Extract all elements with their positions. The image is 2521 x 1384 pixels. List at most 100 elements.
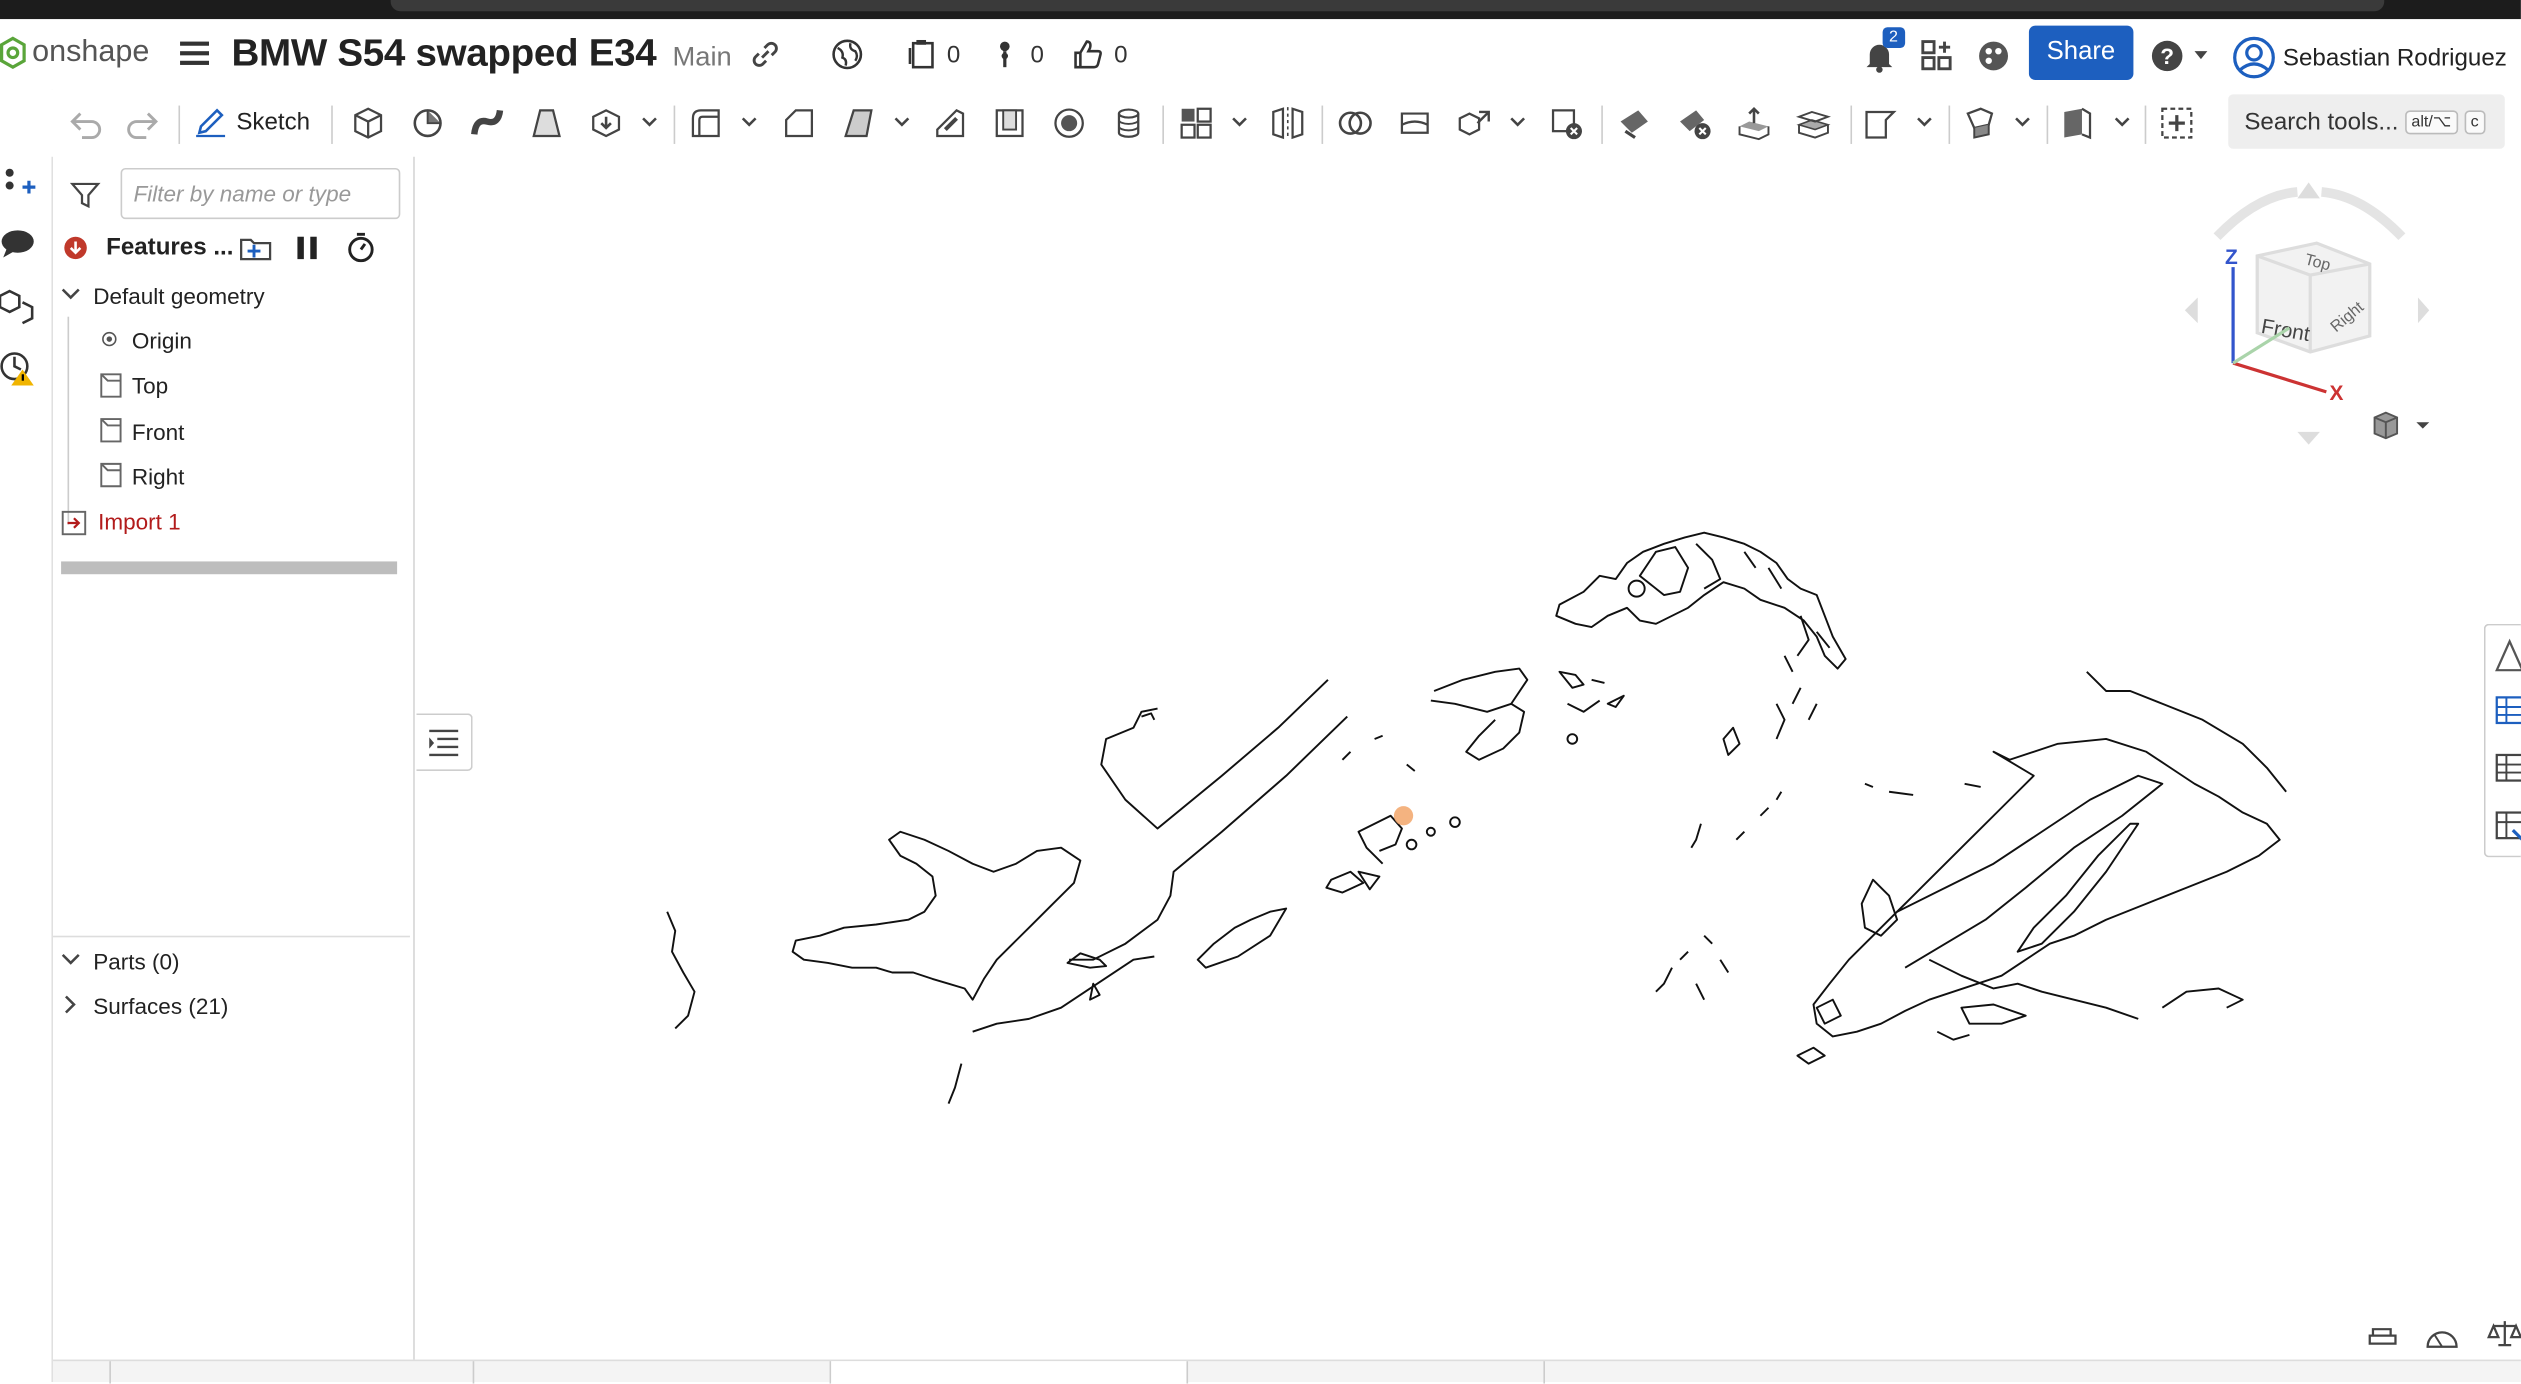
pattern-icon[interactable] xyxy=(1178,106,1213,141)
hole-icon[interactable] xyxy=(1051,106,1086,141)
thumbs-up-icon xyxy=(1074,40,1102,69)
graphics-viewport[interactable]: Top Front Right Z X xyxy=(416,156,2521,1360)
link-icon[interactable] xyxy=(751,40,780,69)
feature-panel-toggle[interactable] xyxy=(416,713,473,771)
tab-part-studio[interactable] xyxy=(111,1361,475,1384)
notifications-button[interactable]: 2 xyxy=(1863,27,1905,73)
mirror-icon[interactable] xyxy=(1270,106,1305,141)
boolean-icon[interactable] xyxy=(1338,106,1373,141)
chevron-down-icon xyxy=(2194,51,2208,60)
tab-part-studio-2[interactable] xyxy=(474,1361,832,1384)
add-custom-feature-icon[interactable] xyxy=(2159,106,2194,141)
chevron-down-icon[interactable] xyxy=(894,114,910,130)
chevron-down-icon[interactable] xyxy=(2014,114,2030,130)
onshape-logo[interactable]: onshape xyxy=(0,35,149,70)
rollback-bar[interactable] xyxy=(61,561,398,575)
render-mode-icon[interactable] xyxy=(2365,1321,2400,1350)
sketch-button[interactable]: Sketch xyxy=(195,106,310,138)
frame-icon[interactable] xyxy=(2059,106,2094,141)
delete-part-icon[interactable] xyxy=(1548,106,1583,141)
tree-item-right[interactable]: Right xyxy=(132,464,185,490)
surfaces-list-header[interactable]: Surfaces (21) xyxy=(93,993,228,1019)
view-cube[interactable]: Top Front Right Z X xyxy=(2169,176,2442,448)
app-store-icon[interactable] xyxy=(1920,38,1955,73)
features-header[interactable]: Features ... xyxy=(106,234,233,261)
import-icon xyxy=(61,510,87,536)
appearance-icon[interactable] xyxy=(2494,638,2521,673)
sweep-icon[interactable] xyxy=(469,106,504,141)
revolve-icon[interactable] xyxy=(410,106,445,141)
parts-list-header[interactable]: Parts (0) xyxy=(93,949,179,975)
parts-cube-icon[interactable] xyxy=(0,288,35,325)
loft-icon[interactable] xyxy=(529,106,564,141)
hamburger-menu-icon[interactable] xyxy=(180,40,210,66)
draft-icon[interactable] xyxy=(841,106,876,141)
chevron-right-icon[interactable] xyxy=(63,995,79,1014)
shell-icon[interactable] xyxy=(992,106,1027,141)
default-geometry-group[interactable]: Default geometry xyxy=(93,283,264,309)
filter-input[interactable]: Filter by name or type xyxy=(120,167,401,220)
add-tab-button[interactable] xyxy=(53,1361,111,1384)
branches-button[interactable]: 0 xyxy=(995,38,1044,70)
view-mode-menu[interactable] xyxy=(2368,409,2439,444)
tree-item-origin[interactable]: Origin xyxy=(132,328,192,354)
branch-name[interactable]: Main xyxy=(672,42,731,74)
filter-icon[interactable] xyxy=(69,181,101,210)
help-menu[interactable]: ? xyxy=(2151,40,2209,72)
public-globe-icon[interactable] xyxy=(831,38,863,70)
check-warning-icon[interactable] xyxy=(0,350,35,386)
tab-folder[interactable] xyxy=(1188,1361,1545,1384)
learning-center-icon[interactable] xyxy=(1976,38,2011,73)
plane-icon xyxy=(100,373,122,398)
undo-icon[interactable] xyxy=(68,106,103,141)
chevron-down-icon[interactable] xyxy=(741,114,757,130)
rib-icon[interactable] xyxy=(932,106,967,141)
custom-table-icon[interactable] xyxy=(2494,808,2521,843)
chevron-down-icon[interactable] xyxy=(1510,114,1526,130)
stopwatch-icon[interactable] xyxy=(346,232,377,263)
pencil-icon xyxy=(196,108,226,138)
insert-icon[interactable] xyxy=(3,166,36,201)
transform-icon[interactable] xyxy=(1457,106,1492,141)
tab-part-studio-active[interactable] xyxy=(831,1361,1189,1384)
versions-button[interactable]: 0 xyxy=(905,38,960,70)
share-button[interactable]: Share xyxy=(2028,25,2133,80)
sheet-metal-icon[interactable] xyxy=(1863,106,1898,141)
fillet-icon[interactable] xyxy=(688,106,723,141)
tree-item-top[interactable]: Top xyxy=(132,373,168,399)
search-tools-input[interactable]: Search tools... alt/⌥ c xyxy=(2228,94,2505,149)
measure-icon[interactable] xyxy=(2424,1320,2459,1352)
like-button[interactable]: 0 xyxy=(1072,38,1128,70)
configuration-icon[interactable] xyxy=(2494,693,2521,728)
avatar-icon xyxy=(2233,36,2275,79)
thicken-icon[interactable] xyxy=(588,106,623,141)
chevron-down-icon[interactable] xyxy=(61,952,80,968)
split-icon[interactable] xyxy=(1397,106,1432,141)
document-title[interactable]: BMW S54 swapped E34 xyxy=(232,32,657,77)
chevron-down-icon[interactable] xyxy=(2114,114,2130,130)
move-face-icon[interactable] xyxy=(1736,106,1771,141)
chevron-down-icon[interactable] xyxy=(61,286,80,302)
replace-face-icon[interactable] xyxy=(1795,106,1831,141)
pause-icon[interactable] xyxy=(296,235,319,261)
tree-item-front[interactable]: Front xyxy=(132,419,185,445)
variable-table-icon[interactable] xyxy=(2494,750,2521,785)
redo-icon[interactable] xyxy=(125,106,160,141)
mass-properties-icon[interactable] xyxy=(2487,1318,2521,1350)
tree-item-import-1[interactable]: Import 1 xyxy=(98,509,181,535)
chevron-down-icon[interactable] xyxy=(1916,114,1932,130)
cylinder-icon[interactable] xyxy=(1111,106,1146,141)
delete-face-icon[interactable] xyxy=(1677,106,1712,141)
comments-icon[interactable] xyxy=(0,227,35,259)
extrude-icon[interactable] xyxy=(350,106,385,141)
chamfer-icon[interactable] xyxy=(781,106,816,141)
user-menu[interactable]: Sebastian Rodriguez xyxy=(2233,36,2507,79)
plane-icon[interactable] xyxy=(1616,106,1651,141)
add-folder-icon[interactable] xyxy=(240,235,272,261)
list-icon xyxy=(429,729,459,757)
chevron-down-icon[interactable] xyxy=(1231,114,1247,130)
selection-marker[interactable] xyxy=(1393,806,1414,826)
chevron-down-icon[interactable] xyxy=(641,114,657,130)
surface-icon[interactable] xyxy=(1961,106,1996,141)
rollback-error-icon[interactable] xyxy=(64,236,87,260)
